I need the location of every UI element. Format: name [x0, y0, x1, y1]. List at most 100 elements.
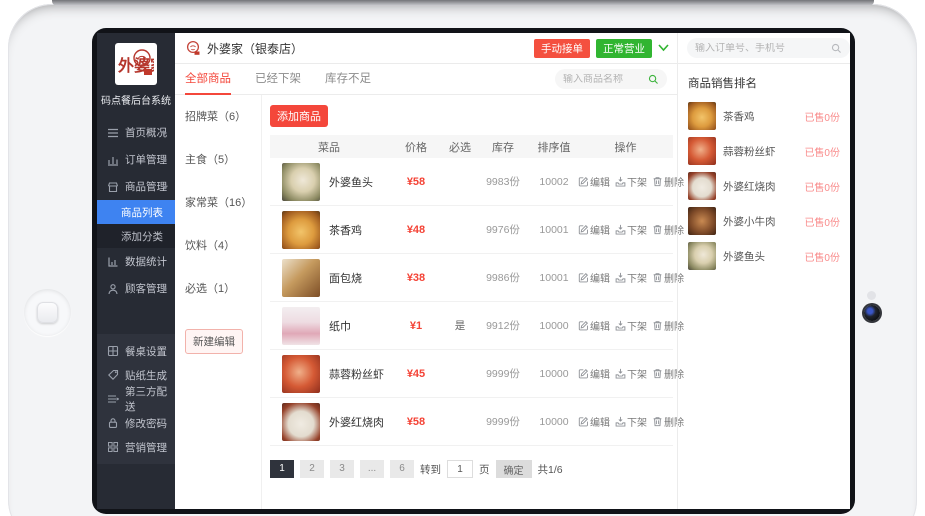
ranking-sold-count: 已售0份 [804, 179, 840, 194]
goto-page-input[interactable] [447, 460, 473, 478]
sidebar-item-home[interactable]: 首页概况 [97, 119, 175, 146]
ranking-item: 茶香鸡 已售0份 [688, 102, 840, 130]
edit-button[interactable]: 编辑 [578, 318, 610, 333]
new-category-button[interactable]: 新建编辑 [185, 329, 243, 354]
col-sort: 排序值 [530, 139, 578, 155]
take-down-button[interactable]: 下架 [615, 222, 647, 237]
manual-order-button[interactable]: 手动接单 [534, 39, 590, 58]
ranking-sold-count: 已售0份 [804, 249, 840, 264]
ranking-dish-name: 茶香鸡 [723, 109, 797, 124]
sidebar-item-table-settings[interactable]: 餐桌设置 [97, 339, 175, 363]
ranking-list: 商品销售排名 茶香鸡 已售0份 蒜蓉粉丝虾 已售0份 [678, 64, 850, 277]
delete-icon [652, 224, 663, 235]
app-window: 外婆家 码点餐后台系统 首页概况 订单管理 [97, 33, 850, 509]
order-search-input[interactable] [695, 43, 827, 54]
tablet-screen: 外婆家 码点餐后台系统 首页概况 订单管理 [92, 28, 855, 514]
sticker-icon [107, 369, 119, 381]
dish-price: ¥58 [388, 176, 444, 188]
dish-photo [282, 307, 320, 345]
table-row: 纸巾 ¥1 是 9912份 10000 编辑 下架 删除 [270, 302, 673, 350]
dish-name: 外婆鱼头 [329, 174, 373, 190]
edit-label: 编辑 [590, 270, 610, 285]
order-search[interactable] [687, 38, 850, 58]
sidebar-subitem-add-category[interactable]: 添加分类 [97, 224, 175, 248]
dish-sort: 10001 [530, 272, 578, 284]
tab-all-products[interactable]: 全部商品 [185, 64, 231, 95]
table-row: 外婆鱼头 ¥58 9983份 10002 编辑 下架 删除 [270, 158, 673, 206]
sidebar-item-marketing[interactable]: 营销管理 [97, 435, 175, 459]
dish-price: ¥1 [388, 320, 444, 332]
take-down-label: 下架 [627, 366, 647, 381]
product-search[interactable] [555, 69, 667, 89]
take-down-button[interactable]: 下架 [615, 318, 647, 333]
tab-off-shelf[interactable]: 已经下架 [255, 64, 301, 95]
edit-button[interactable]: 编辑 [578, 366, 610, 381]
product-search-input[interactable] [563, 74, 644, 85]
dish-stock: 9999份 [476, 414, 530, 429]
category-item[interactable]: 饮料（4） [185, 237, 261, 253]
page-button[interactable]: 1 [270, 460, 294, 478]
take-down-icon [615, 224, 626, 235]
take-down-label: 下架 [627, 414, 647, 429]
category-item[interactable]: 招牌菜（6） [185, 108, 261, 124]
category-item[interactable]: 家常菜（16） [185, 194, 261, 210]
sidebar-item-label: 餐桌设置 [125, 344, 167, 359]
dish-photo [688, 207, 716, 235]
tablet-home-button [24, 289, 71, 336]
take-down-button[interactable]: 下架 [615, 270, 647, 285]
ranking-item: 蒜蓉粉丝虾 已售0份 [688, 137, 840, 165]
status-dropdown-chevron-icon[interactable] [658, 44, 669, 52]
business-status-button[interactable]: 正常营业 [596, 39, 652, 58]
dish-name: 外婆红烧肉 [329, 414, 384, 430]
category-item[interactable]: 必选（1） [185, 280, 261, 296]
page-button[interactable]: 3 [330, 460, 354, 478]
category-list: 招牌菜（6） 主食（5） 家常菜（16） 饮料（4） 必选（1） 新建编辑 [175, 95, 262, 509]
edit-label: 编辑 [590, 366, 610, 381]
ranking-dish-name: 外婆小牛肉 [723, 214, 797, 229]
page-button[interactable]: 6 [390, 460, 414, 478]
sidebar-subitem-product-list[interactable]: 商品列表 [97, 200, 175, 224]
sidebar-item-label: 首页概况 [125, 125, 167, 140]
take-down-button[interactable]: 下架 [615, 366, 647, 381]
sidebar-item-products[interactable]: 商品管理 [97, 173, 175, 200]
dish-name: 蒜蓉粉丝虾 [329, 366, 384, 382]
tablet-camera [864, 305, 880, 321]
search-icon[interactable] [831, 43, 842, 54]
delete-icon [652, 272, 663, 283]
ranking-sold-count: 已售0份 [804, 144, 840, 159]
edit-button[interactable]: 编辑 [578, 174, 610, 189]
sidebar-item-orders[interactable]: 订单管理 [97, 146, 175, 173]
home-button-square [37, 302, 58, 323]
take-down-button[interactable]: 下架 [615, 414, 647, 429]
sidebar-item-change-password[interactable]: 修改密码 [97, 411, 175, 435]
take-down-button[interactable]: 下架 [615, 174, 647, 189]
col-dish: 菜品 [270, 139, 388, 155]
page-button[interactable]: 2 [300, 460, 324, 478]
system-title: 码点餐后台系统 [97, 92, 175, 107]
sidebar-item-label: 商品管理 [125, 179, 167, 194]
dish-stock: 9983份 [476, 174, 530, 189]
chevron-right-icon [163, 444, 167, 450]
edit-button[interactable]: 编辑 [578, 414, 610, 429]
sidebar-item-customers[interactable]: 顾客管理 [97, 275, 175, 302]
category-item[interactable]: 主食（5） [185, 151, 261, 167]
goto-label: 转到 [420, 462, 441, 477]
add-product-button[interactable]: 添加商品 [270, 105, 328, 127]
goto-confirm-button[interactable]: 确定 [496, 460, 532, 478]
edit-icon [578, 320, 589, 331]
search-icon[interactable] [648, 74, 659, 85]
edit-button[interactable]: 编辑 [578, 270, 610, 285]
sidebar-secondary-group: 餐桌设置 贴纸生成 第三方配送 修改密码 [97, 334, 175, 464]
col-actions: 操作 [578, 139, 673, 155]
edit-button[interactable]: 编辑 [578, 222, 610, 237]
take-down-label: 下架 [627, 222, 647, 237]
password-lock-icon [107, 417, 119, 429]
sidebar-item-label: 第三方配送 [125, 384, 175, 414]
sidebar-item-third-party-delivery[interactable]: 第三方配送 [97, 387, 175, 411]
sidebar-item-statistics[interactable]: 数据统计 [97, 248, 175, 275]
dish-stock: 9912份 [476, 318, 530, 333]
dish-sort: 10001 [530, 224, 578, 236]
dish-photo [688, 137, 716, 165]
edit-label: 编辑 [590, 318, 610, 333]
tab-low-stock[interactable]: 库存不足 [325, 64, 371, 95]
